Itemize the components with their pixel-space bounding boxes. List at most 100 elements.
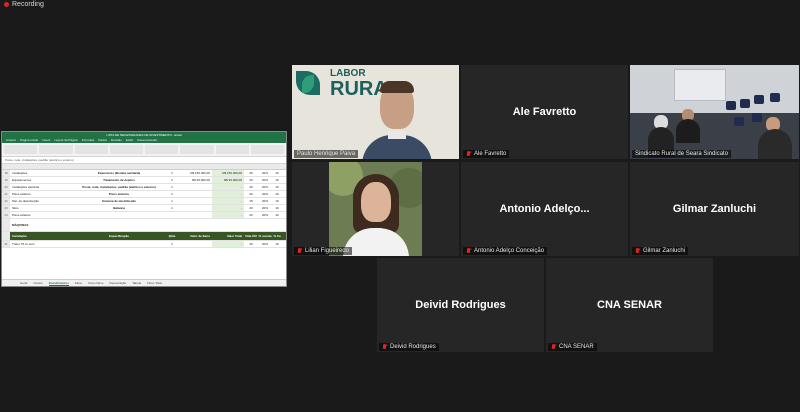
- cell[interactable]: Exaustores (Bomba sanitária): [74, 170, 164, 176]
- video-tile-ale[interactable]: Ale Favretto Ale Favretto: [461, 65, 628, 159]
- video-tile-paulo[interactable]: LABOR RURA Paulo Henrique Paiva: [292, 65, 459, 159]
- cell[interactable]: [180, 205, 212, 211]
- cell[interactable]: -: [212, 241, 244, 247]
- cell[interactable]: 20%: [258, 212, 272, 218]
- cell[interactable]: [164, 212, 180, 218]
- cell[interactable]: R$ 150.000,00: [180, 170, 212, 176]
- cell[interactable]: 20: [244, 177, 258, 183]
- ribbon-tab[interactable]: Dados: [98, 138, 107, 143]
- cell[interactable]: 20: [244, 205, 258, 211]
- cell[interactable]: R$ 45.000,00: [180, 177, 212, 183]
- spreadsheet-grid[interactable]: 18 Instalações Exaustores (Bomba sanitária…: [2, 170, 286, 274]
- cell[interactable]: 20%: [258, 205, 272, 211]
- cell[interactable]: 1: [164, 198, 180, 204]
- cell[interactable]: 20: [244, 212, 258, 218]
- cell[interactable]: 20: [244, 184, 258, 190]
- cell[interactable]: 10: [272, 241, 282, 247]
- ribbon-group[interactable]: [74, 145, 108, 154]
- cell[interactable]: Sistema de desinfecção: [74, 198, 164, 204]
- ribbon-tab[interactable]: Revisão: [111, 138, 122, 143]
- cell[interactable]: Trator 75 cv sem: [10, 241, 62, 247]
- cell[interactable]: [180, 184, 212, 190]
- video-tile-lilian[interactable]: Lilian Figueiredo: [292, 162, 459, 256]
- cell[interactable]: 10: [272, 198, 282, 204]
- sheet-tab[interactable]: Fluxo Novo: [88, 280, 103, 286]
- cell[interactable]: Equipamentos: [10, 177, 62, 183]
- cell[interactable]: 1: [164, 241, 180, 247]
- sheet-tab[interactable]: Tabela: [132, 280, 141, 286]
- cell[interactable]: Tratamento de dejetos: [74, 177, 164, 183]
- ribbon-tab[interactable]: Layout da Página: [54, 138, 77, 143]
- cell[interactable]: -: [212, 198, 244, 204]
- cell[interactable]: 1: [164, 184, 180, 190]
- ribbon-group[interactable]: [109, 145, 143, 154]
- sheet-tab[interactable]: Fluxo: [75, 280, 82, 286]
- cell[interactable]: 1: [164, 205, 180, 211]
- cell[interactable]: Instalações elétricas: [10, 184, 62, 190]
- cell[interactable]: Pisos aviarios: [74, 191, 164, 197]
- ribbon-group[interactable]: [145, 145, 179, 154]
- video-tile-sindicato[interactable]: Sindicato Rural de Seara Sindicato: [630, 65, 799, 159]
- ribbon-tab[interactable]: Inserir: [42, 138, 50, 143]
- cell[interactable]: 10: [272, 184, 282, 190]
- formula-bar[interactable]: Poste, rede, instalações, padrão (elétri…: [2, 157, 286, 164]
- cell[interactable]: Poste, rede, instalações, padrão (elétri…: [74, 184, 164, 190]
- cell[interactable]: 1: [164, 191, 180, 197]
- video-tile-cna-senar[interactable]: CNA SENAR CNA SENAR: [546, 258, 713, 352]
- ribbon-group[interactable]: [250, 145, 284, 154]
- ribbon-tab[interactable]: Fórmulas: [82, 138, 95, 143]
- sheet-tab[interactable]: Custos: [33, 280, 42, 286]
- cell[interactable]: 15: [244, 198, 258, 204]
- cell[interactable]: -: [212, 184, 244, 190]
- cell[interactable]: Balança: [74, 205, 164, 211]
- cell[interactable]: Instalações: [10, 170, 62, 176]
- ribbon-tab[interactable]: Página Inicial: [20, 138, 38, 143]
- cell[interactable]: 20%: [258, 170, 272, 176]
- cell[interactable]: [180, 191, 212, 197]
- sheet-tab-active[interactable]: Investimentos: [48, 280, 69, 286]
- cell[interactable]: 10: [272, 177, 282, 183]
- ribbon-tab[interactable]: Exibir: [126, 138, 134, 143]
- table-row: MÁQUINAS: [2, 219, 286, 232]
- cell[interactable]: 10: [272, 205, 282, 211]
- cell[interactable]: -: [212, 205, 244, 211]
- video-tile-gilmar[interactable]: Gilmar Zanluchi Gilmar Zanluchi: [630, 162, 799, 256]
- cell[interactable]: [180, 198, 212, 204]
- cell[interactable]: Silos: [10, 205, 62, 211]
- wall-screen: [674, 69, 726, 101]
- cell[interactable]: [74, 212, 164, 218]
- cell[interactable]: Sist. de desinfecção: [10, 198, 62, 204]
- video-tile-antonio[interactable]: Antonio Adelço... Antonio Adelço Conceiç…: [461, 162, 628, 256]
- ribbon-group[interactable]: [215, 145, 249, 154]
- cell[interactable]: 20: [244, 170, 258, 176]
- ribbon-tab[interactable]: Desenvolvedor: [137, 138, 157, 143]
- cell[interactable]: Pisos aviários: [10, 212, 62, 218]
- ribbon-group[interactable]: [4, 145, 38, 154]
- cell[interactable]: Pisos aviários: [10, 191, 62, 197]
- cell[interactable]: 20: [244, 191, 258, 197]
- cell[interactable]: 20%: [258, 198, 272, 204]
- cell[interactable]: [180, 212, 212, 218]
- ribbon-group[interactable]: [39, 145, 73, 154]
- cell[interactable]: 20: [244, 241, 258, 247]
- cell[interactable]: 20%: [258, 191, 272, 197]
- cell[interactable]: R$ 150.000,00: [212, 170, 244, 176]
- cell[interactable]: 10: [272, 191, 282, 197]
- ribbon-tab[interactable]: Arquivo: [6, 138, 16, 143]
- cell[interactable]: -: [212, 212, 244, 218]
- cell[interactable]: 10: [272, 170, 282, 176]
- cell[interactable]: 10: [272, 212, 282, 218]
- cell[interactable]: 20%: [258, 241, 272, 247]
- cell[interactable]: 20%: [258, 184, 272, 190]
- sheet-tab[interactable]: Fluxo Total: [147, 280, 161, 286]
- shared-screen-spreadsheet[interactable]: LISTA DE NECESSIDADES DE INVESTIMENTO - …: [1, 131, 287, 287]
- sheet-tab[interactable]: Depreciação: [109, 280, 126, 286]
- cell[interactable]: 2: [164, 177, 180, 183]
- cell[interactable]: R$ 90.000,00: [212, 177, 244, 183]
- ribbon-group[interactable]: [180, 145, 214, 154]
- cell[interactable]: -: [212, 191, 244, 197]
- sheet-tab[interactable]: Geral: [20, 280, 27, 286]
- cell[interactable]: 1: [164, 170, 180, 176]
- video-tile-deivid[interactable]: Deivid Rodrigues Deivid Rodrigues: [377, 258, 544, 352]
- cell[interactable]: 20%: [258, 177, 272, 183]
